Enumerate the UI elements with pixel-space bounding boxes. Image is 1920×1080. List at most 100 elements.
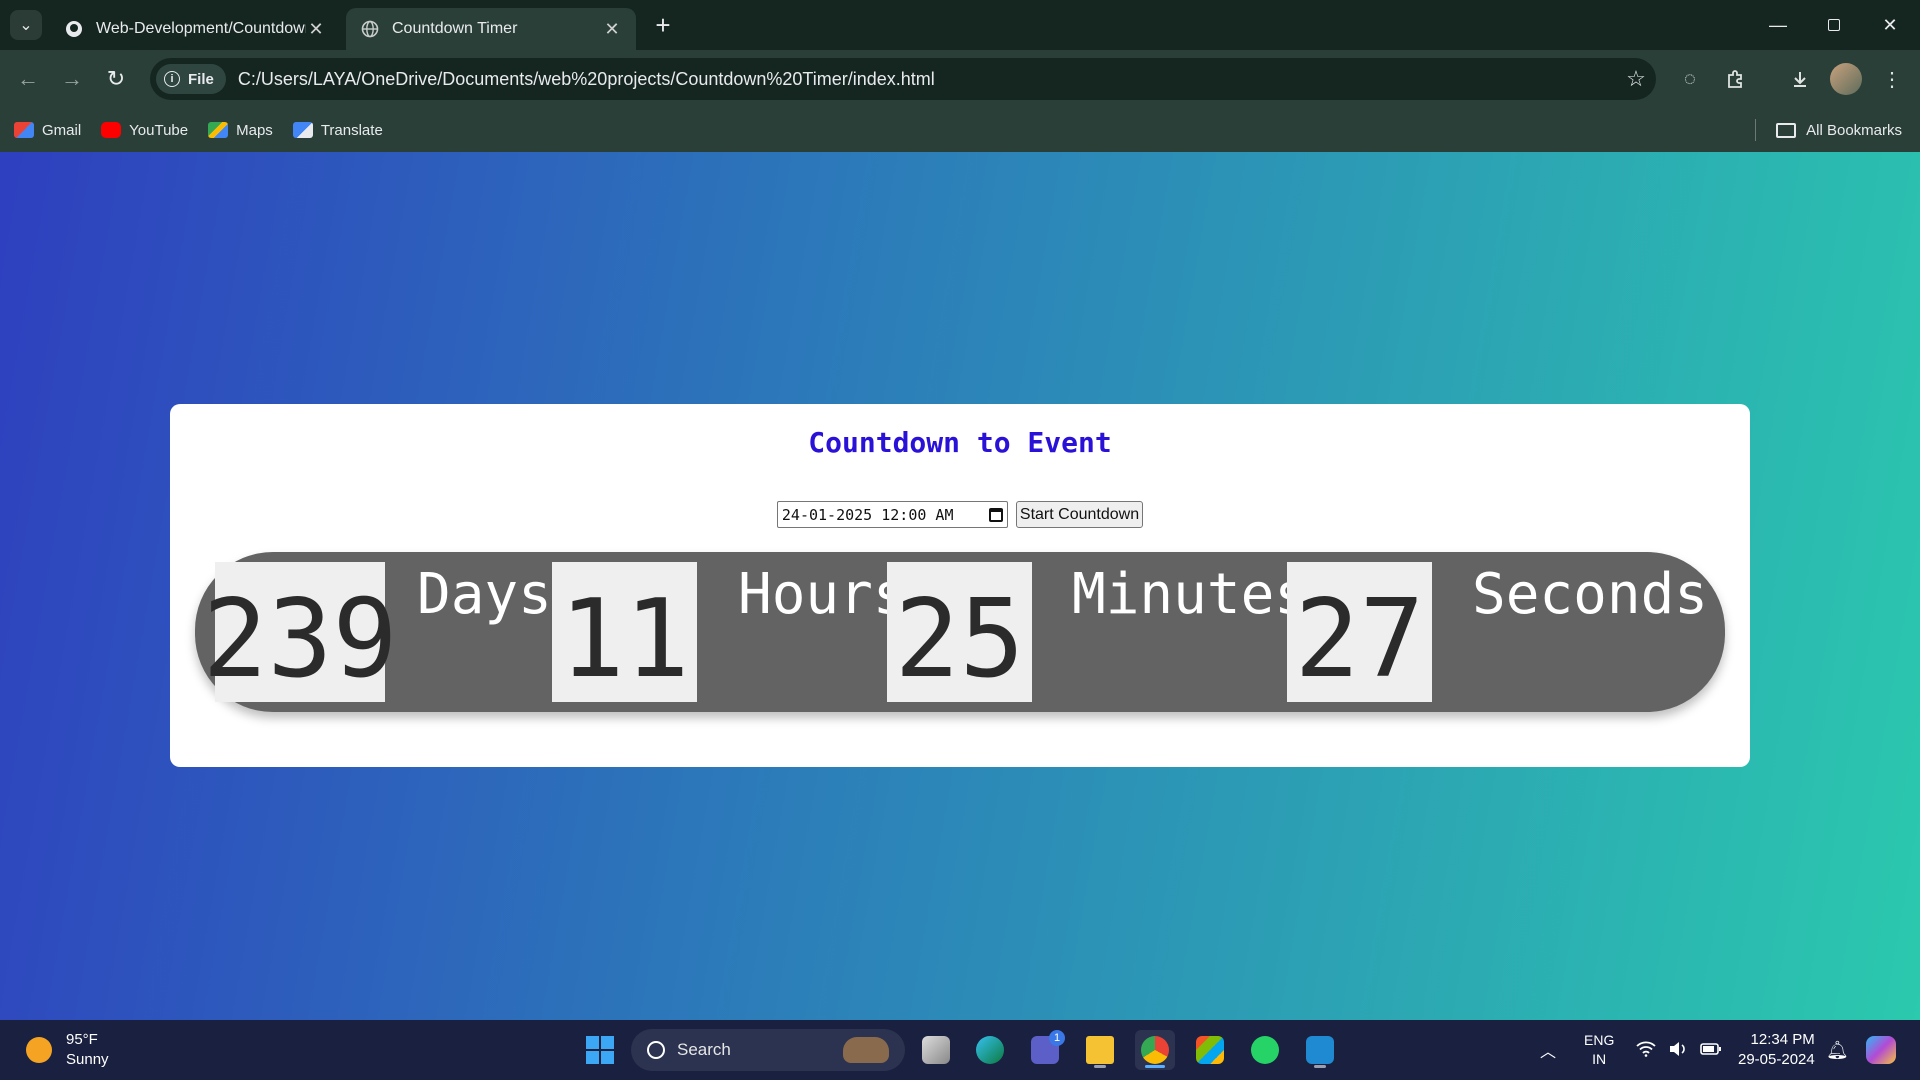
vscode-button[interactable] bbox=[1300, 1030, 1340, 1070]
youtube-icon bbox=[101, 122, 122, 138]
tab-github[interactable]: Web-Development/Countdown ✕ bbox=[50, 8, 340, 50]
task-view-button[interactable] bbox=[916, 1030, 956, 1070]
tab-label: Web-Development/Countdown bbox=[96, 20, 306, 37]
system-status[interactable] bbox=[1636, 1020, 1722, 1080]
file-chip-label: File bbox=[188, 70, 214, 88]
start-countdown-button[interactable]: Start Countdown bbox=[1015, 501, 1144, 528]
minutes-value: 25 bbox=[887, 562, 1032, 702]
folder-icon bbox=[1086, 1036, 1114, 1064]
bookmark-label: YouTube bbox=[129, 121, 189, 139]
weather-desc: Sunny bbox=[66, 1051, 109, 1068]
bookmark-star-icon[interactable]: ☆ bbox=[1616, 66, 1656, 92]
divider bbox=[1755, 119, 1757, 141]
calendar-icon[interactable] bbox=[988, 507, 1003, 522]
maps-icon bbox=[208, 122, 229, 138]
bookmark-label: Translate bbox=[320, 121, 383, 139]
bookmark-translate[interactable]: Translate bbox=[292, 121, 383, 139]
countdown-card: Countdown to Event 24-01-2025 12:00 AM S… bbox=[170, 404, 1750, 767]
gmail-icon bbox=[14, 122, 34, 138]
restore-button[interactable] bbox=[1806, 0, 1862, 50]
copilot-icon bbox=[1866, 1036, 1896, 1064]
taskbar: 95°F Sunny Search 1 ︿ ENG IN 12:34 PM 29… bbox=[0, 1020, 1920, 1080]
profile-avatar[interactable] bbox=[1830, 63, 1862, 95]
microsoft-store-button[interactable] bbox=[1190, 1030, 1230, 1070]
whatsapp-icon bbox=[1251, 1036, 1279, 1064]
whatsapp-button[interactable] bbox=[1245, 1030, 1285, 1070]
search-icon bbox=[647, 1041, 665, 1059]
wifi-icon bbox=[1636, 1041, 1656, 1060]
store-icon bbox=[1196, 1036, 1224, 1064]
minimize-icon: — bbox=[1769, 14, 1787, 35]
close-icon[interactable]: ✕ bbox=[602, 19, 622, 39]
taskbar-search[interactable]: Search bbox=[631, 1029, 905, 1071]
reload-button[interactable]: ↻ bbox=[98, 61, 134, 97]
show-hidden-icons-button[interactable]: ︿ bbox=[1540, 1020, 1556, 1080]
bookmark-gmail[interactable]: Gmail bbox=[14, 122, 81, 139]
all-bookmarks-button[interactable]: All Bookmarks bbox=[1755, 108, 1902, 152]
event-controls: 24-01-2025 12:00 AM Start Countdown bbox=[170, 501, 1750, 528]
days-label: Days bbox=[417, 562, 552, 627]
all-bookmarks-label: All Bookmarks bbox=[1806, 121, 1902, 139]
start-button[interactable] bbox=[580, 1030, 620, 1070]
volume-icon bbox=[1668, 1041, 1688, 1060]
language-indicator[interactable]: ENG IN bbox=[1584, 1020, 1614, 1080]
days-value: 239 bbox=[202, 562, 398, 702]
clock[interactable]: 12:34 PM 29-05-2024 bbox=[1738, 1020, 1815, 1080]
file-explorer-button[interactable] bbox=[1080, 1030, 1120, 1070]
copilot-button[interactable] bbox=[1866, 1020, 1896, 1080]
search-highlight-image bbox=[843, 1037, 889, 1063]
clock-time: 12:34 PM bbox=[1750, 1031, 1815, 1048]
event-datetime-input[interactable]: 24-01-2025 12:00 AM bbox=[776, 501, 1008, 528]
clock-date: 29-05-2024 bbox=[1738, 1051, 1815, 1068]
close-icon[interactable]: ✕ bbox=[306, 19, 326, 39]
notifications-button[interactable]: 🔔︎ bbox=[1826, 1020, 1849, 1080]
chrome-icon bbox=[1141, 1036, 1169, 1064]
minimize-button[interactable]: — bbox=[1750, 0, 1806, 50]
tab-countdown-timer[interactable]: Countdown Timer ✕ bbox=[346, 8, 636, 50]
translate-icon bbox=[292, 122, 313, 138]
bookmark-maps[interactable]: Maps bbox=[208, 122, 273, 139]
folder-icon bbox=[1776, 122, 1797, 138]
performance-icon[interactable]: ◌ bbox=[1674, 63, 1706, 95]
github-icon bbox=[64, 19, 84, 39]
running-indicator bbox=[1094, 1065, 1106, 1068]
extensions-icon[interactable] bbox=[1720, 63, 1752, 95]
running-indicator bbox=[1145, 1065, 1165, 1068]
reload-icon: ↻ bbox=[106, 66, 126, 91]
notification-badge: 1 bbox=[1049, 1030, 1065, 1046]
forward-button[interactable]: → bbox=[54, 61, 90, 97]
edge-button[interactable] bbox=[970, 1030, 1010, 1070]
address-bar[interactable]: i File C:/Users/LAYA/OneDrive/Documents/… bbox=[150, 58, 1656, 100]
new-tab-button[interactable]: + bbox=[648, 10, 678, 40]
vscode-icon bbox=[1306, 1036, 1334, 1064]
info-icon: i bbox=[164, 71, 180, 87]
weather-widget[interactable]: 95°F Sunny bbox=[26, 1030, 109, 1070]
teams-button[interactable]: 1 bbox=[1025, 1030, 1065, 1070]
hours-label: Hours bbox=[738, 562, 907, 627]
bookmark-label: Gmail bbox=[42, 121, 82, 139]
url-text[interactable]: C:/Users/LAYA/OneDrive/Documents/web%20p… bbox=[238, 69, 1616, 90]
notification-bell-icon: 🔔︎ bbox=[1826, 1039, 1849, 1060]
chrome-button[interactable] bbox=[1135, 1030, 1175, 1070]
browser-toolbar: ← → ↻ i File C:/Users/LAYA/OneDrive/Docu… bbox=[0, 50, 1920, 108]
globe-icon bbox=[360, 19, 380, 39]
back-button[interactable]: ← bbox=[10, 61, 46, 97]
chevron-down-icon: ⌄ bbox=[19, 17, 33, 34]
page-title: Countdown to Event bbox=[808, 426, 1112, 459]
tab-search-button[interactable]: ⌄ bbox=[10, 10, 42, 40]
running-indicator bbox=[1314, 1065, 1326, 1068]
arrow-right-icon: → bbox=[61, 66, 83, 91]
language-code: ENG bbox=[1584, 1032, 1615, 1048]
kebab-menu-icon[interactable]: ⋮ bbox=[1876, 63, 1908, 95]
page-background: Countdown to Event 24-01-2025 12:00 AM S… bbox=[0, 152, 1920, 1020]
datetime-value: 24-01-2025 12:00 AM bbox=[781, 505, 954, 524]
site-info-chip[interactable]: i File bbox=[156, 64, 226, 94]
bookmark-youtube[interactable]: YouTube bbox=[101, 122, 188, 139]
search-placeholder: Search bbox=[677, 1040, 731, 1059]
download-icon[interactable] bbox=[1784, 63, 1816, 95]
minutes-label: Minutes bbox=[1072, 562, 1309, 627]
close-window-button[interactable]: ✕ bbox=[1862, 0, 1918, 50]
seconds-value: 27 bbox=[1287, 562, 1432, 702]
edge-icon bbox=[976, 1036, 1004, 1064]
sun-icon bbox=[26, 1037, 52, 1063]
